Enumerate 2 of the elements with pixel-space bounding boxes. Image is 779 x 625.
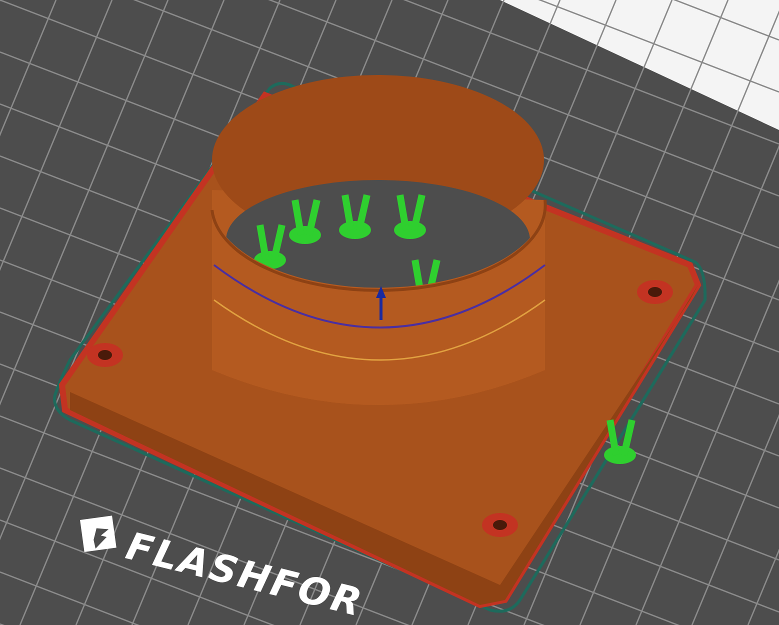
logo-icon <box>80 516 116 552</box>
axis-arrow-icon <box>376 286 386 320</box>
